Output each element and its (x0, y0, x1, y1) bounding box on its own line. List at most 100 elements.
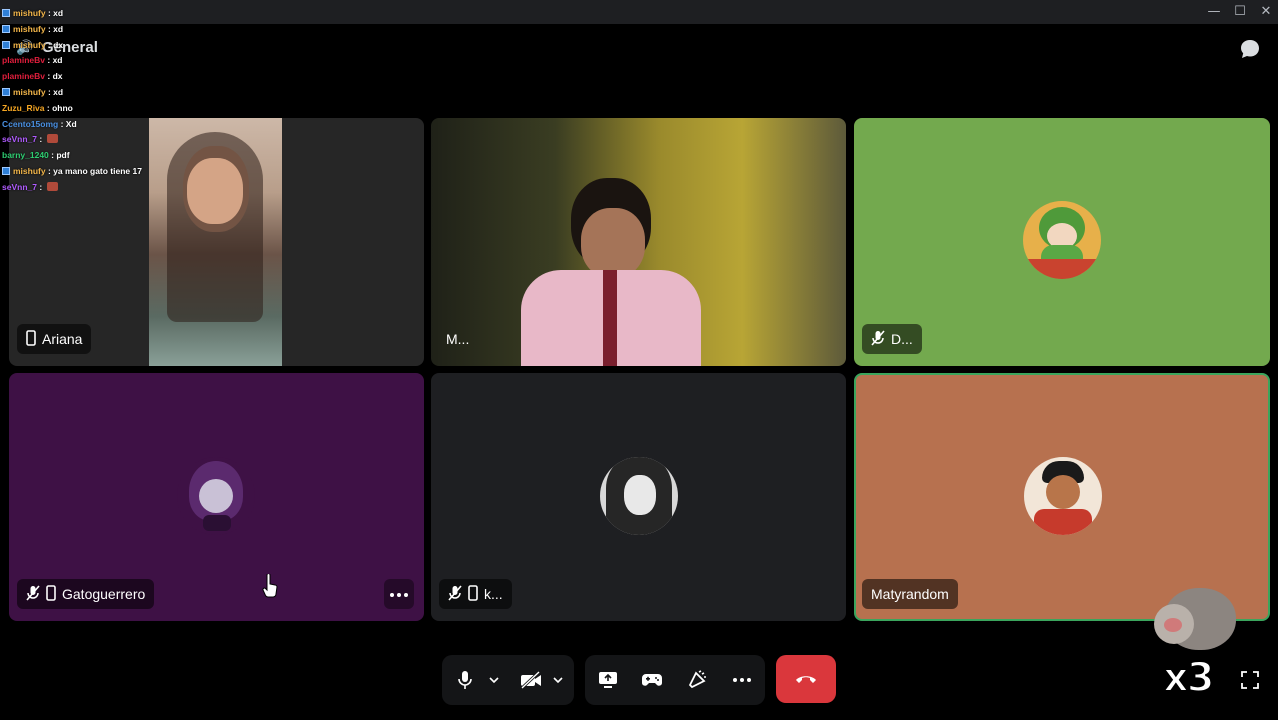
chevron-down-icon[interactable] (552, 673, 564, 685)
audio-video-controls (442, 655, 574, 705)
chat-separator: : (36, 134, 45, 145)
chat-username: plamineBv (2, 71, 45, 82)
video-tile-gatoguerrero[interactable]: Gatoguerrero (9, 373, 424, 621)
phone-icon (468, 584, 478, 604)
subscriber-badge-icon (2, 166, 10, 175)
video-tile-m[interactable]: M... (431, 118, 846, 366)
avatar (600, 457, 678, 535)
avatar (1024, 457, 1102, 535)
emote-icon (46, 134, 58, 144)
gamepad-icon (642, 674, 662, 686)
hand-cursor-icon (262, 573, 278, 598)
title-bar: — ☐ ✕ (0, 0, 1278, 24)
chat-username: mishufy (13, 86, 46, 97)
emote-icon (46, 181, 58, 191)
chat-text: Xd (65, 118, 77, 129)
chat-text: xd (53, 8, 64, 18)
chat-text: xd (53, 23, 64, 34)
stream-chat-overlay: mishufy : xd mishufy : xd mishufy : dx plam… (2, 6, 172, 196)
chat-bubble-icon[interactable] (1239, 38, 1261, 60)
chat-message: Zuzu_Riva : ohno (2, 101, 172, 117)
screen-share-icon (599, 672, 617, 688)
activities-button[interactable] (637, 665, 667, 695)
participant-name: Matyrandom (871, 586, 949, 602)
chat-message: plamineBv : xd (2, 53, 172, 69)
microphone-icon (458, 671, 472, 689)
microphone-button[interactable] (450, 665, 480, 695)
chat-username: mishufy (13, 165, 46, 176)
chevron-down-icon[interactable] (488, 673, 500, 685)
mic-muted-icon (448, 584, 462, 604)
chat-text: dx (52, 71, 63, 82)
chat-text: pdf (56, 150, 70, 161)
chat-text: ohno (52, 102, 73, 113)
chat-text: xd (52, 55, 63, 66)
more-icon (733, 678, 751, 682)
chat-message: mishufy : xd (2, 6, 172, 22)
phone-icon (26, 329, 36, 349)
chat-username: Ccento15omg (2, 118, 59, 129)
participant-label: Gatoguerrero (17, 579, 155, 609)
chat-username: mishufy (13, 23, 46, 34)
activity-controls (585, 655, 765, 705)
disconnect-button[interactable] (776, 655, 836, 703)
soundboard-icon (688, 670, 706, 689)
chat-separator: : (45, 71, 53, 82)
chat-username: mishufy (13, 8, 46, 18)
chat-username: seVnn_7 (2, 181, 37, 192)
participant-name: D... (891, 331, 913, 347)
chat-message: plamineBv : dx (2, 69, 172, 85)
chat-message: barny_1240 : pdf (2, 148, 172, 164)
chat-message: mishufy : xd (2, 22, 172, 38)
participant-label: M... (437, 324, 478, 354)
participant-name: Gatoguerrero (62, 586, 146, 602)
chat-username: mishufy (13, 39, 46, 50)
chat-separator: : (58, 118, 66, 129)
participant-label: Matyrandom (862, 579, 958, 609)
chat-message: mishufy : dx (2, 38, 172, 54)
chat-username: plamineBv (2, 55, 45, 66)
camera-off-icon (520, 671, 541, 689)
multiplier-text: x3 (1162, 654, 1216, 702)
video-tile-k[interactable]: k... (431, 373, 846, 621)
minimize-button[interactable]: — (1206, 4, 1222, 20)
chat-text: dx (53, 39, 64, 50)
chat-separator: : (36, 181, 45, 192)
participant-name: M... (446, 331, 470, 347)
close-button[interactable]: ✕ (1258, 4, 1274, 20)
chat-text: xd (53, 86, 64, 97)
participant-name: Ariana (42, 331, 83, 347)
chat-username: Zuzu_Riva (2, 102, 45, 113)
chat-username: seVnn_7 (2, 134, 37, 145)
chat-separator: : (45, 55, 53, 66)
mic-muted-icon (26, 584, 40, 604)
participant-label: k... (439, 579, 512, 609)
participant-name: k... (484, 586, 503, 602)
chat-text: ya mano gato tiene 17 (53, 165, 142, 176)
avatar (1023, 201, 1101, 279)
chat-message: seVnn_7 : (2, 180, 172, 196)
subscriber-badge-icon (2, 9, 10, 17)
m-video-feed (501, 178, 711, 366)
camera-button[interactable] (516, 665, 546, 695)
chat-message: seVnn_7 : (2, 132, 172, 148)
maximize-button[interactable]: ☐ (1232, 4, 1248, 20)
subscriber-badge-icon (2, 40, 10, 49)
chat-username: barny_1240 (2, 150, 49, 161)
subscriber-badge-icon (2, 24, 10, 33)
more-button[interactable] (727, 665, 757, 695)
hang-up-icon (796, 676, 816, 683)
video-tile-d[interactable]: D... (854, 118, 1270, 366)
chat-message: mishufy : xd (2, 85, 172, 101)
chat-message: mishufy : ya mano gato tiene 17 (2, 164, 172, 180)
soundboard-button[interactable] (682, 665, 712, 695)
phone-icon (46, 584, 56, 604)
screen-share-button[interactable] (593, 665, 623, 695)
avatar (177, 457, 255, 535)
subscriber-badge-icon (2, 87, 10, 96)
participant-label: Ariana (17, 324, 92, 354)
mic-muted-icon (871, 329, 885, 349)
participant-label: D... (862, 324, 922, 354)
chat-message: Ccento15omg : Xd (2, 117, 172, 133)
more-options-button[interactable] (384, 579, 414, 609)
